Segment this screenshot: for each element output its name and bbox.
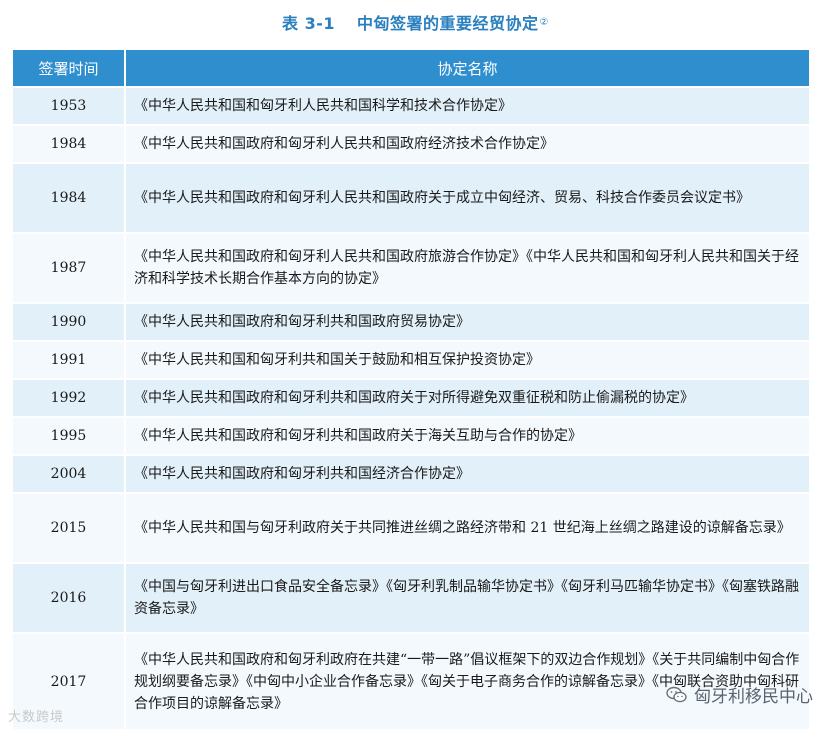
table-row: 1984 《中华人民共和国政府和匈牙利人民共和国政府关于成立中匈经济、贸易、科技…: [13, 162, 809, 233]
agreement-cell: 《中华人民共和国政府和匈牙利共和国政府关于对所得避免双重征税和防止偷漏税的协定》: [125, 378, 809, 417]
agreement-cell: 《中华人民共和国和匈牙利人民共和国科学和技术合作协定》: [125, 86, 809, 125]
table-row: 2004 《中华人民共和国政府和匈牙利共和国经济合作协定》: [13, 454, 809, 493]
caption-footnote-marker: ②: [539, 16, 549, 28]
table-row: 2015 《中华人民共和国与匈牙利政府关于共同推进丝绸之路经济带和 21 世纪海…: [13, 492, 809, 563]
agreement-cell: 《中国与匈牙利进出口食品安全备忘录》《匈牙利乳制品输华协定书》《匈牙利马匹输华协…: [125, 562, 809, 633]
table-row: 1984 《中华人民共和国政府和匈牙利人民共和国政府经济技术合作协定》: [13, 124, 809, 163]
year-cell: 1953: [13, 86, 126, 125]
watermark-right: 匈牙利移民中心: [666, 682, 813, 707]
agreements-table: 签署时间 协定名称 1953 《中华人民共和国和匈牙利人民共和国科学和技术合作协…: [13, 50, 809, 729]
caption-number: 表 3-1: [282, 14, 335, 33]
watermark-left-text: 大数跨境: [8, 710, 65, 725]
year-cell: 1984: [13, 124, 126, 163]
agreement-cell: 《中华人民共和国政府和匈牙利人民共和国政府关于成立中匈经济、贸易、科技合作委员会…: [125, 162, 809, 233]
caption-title: 中匈签署的重要经贸协定: [357, 14, 539, 33]
year-cell: 1992: [13, 378, 126, 417]
table-header-row: 签署时间 协定名称: [13, 50, 809, 87]
year-cell: 2015: [13, 492, 126, 563]
table-row: 1991 《中华人民共和国和匈牙利共和国关于鼓励和相互保护投资协定》: [13, 340, 809, 379]
agreement-cell: 《中华人民共和国政府和匈牙利人民共和国政府经济技术合作协定》: [125, 124, 809, 163]
year-cell: 1991: [13, 340, 126, 379]
agreement-cell: 《中华人民共和国政府和匈牙利共和国经济合作协定》: [125, 454, 809, 493]
agreement-cell: 《中华人民共和国政府和匈牙利政府在共建“一带一路”倡议框架下的双边合作规划》《关…: [125, 632, 809, 729]
table-row: 1990 《中华人民共和国政府和匈牙利共和国政府贸易协定》: [13, 302, 809, 341]
year-cell: 1987: [13, 232, 126, 303]
header-agreement-name: 协定名称: [125, 50, 809, 87]
agreement-cell: 《中华人民共和国政府和匈牙利共和国政府贸易协定》: [125, 302, 809, 341]
header-sign-date: 签署时间: [13, 50, 126, 87]
table-row: 2017 《中华人民共和国政府和匈牙利政府在共建“一带一路”倡议框架下的双边合作…: [13, 632, 809, 729]
agreement-cell: 《中华人民共和国和匈牙利共和国关于鼓励和相互保护投资协定》: [125, 340, 809, 379]
table-row: 2016 《中国与匈牙利进出口食品安全备忘录》《匈牙利乳制品输华协定书》《匈牙利…: [13, 562, 809, 633]
watermark-right-text: 匈牙利移民中心: [694, 687, 813, 707]
year-cell: 1984: [13, 162, 126, 233]
year-cell: 2004: [13, 454, 126, 493]
watermark-left: 大数跨境: [8, 706, 64, 725]
year-cell: 1995: [13, 416, 126, 455]
agreement-cell: 《中华人民共和国政府和匈牙利人民共和国政府旅游合作协定》《中华人民共和国和匈牙利…: [125, 232, 809, 303]
table-row: 1953 《中华人民共和国和匈牙利人民共和国科学和技术合作协定》: [13, 86, 809, 125]
agreement-cell: 《中华人民共和国与匈牙利政府关于共同推进丝绸之路经济带和 21 世纪海上丝绸之路…: [125, 492, 809, 563]
table-row: 1992 《中华人民共和国政府和匈牙利共和国政府关于对所得避免双重征税和防止偷漏…: [13, 378, 809, 417]
year-cell: 1990: [13, 302, 126, 341]
table-row: 1995 《中华人民共和国政府和匈牙利共和国政府关于海关互助与合作的协定》: [13, 416, 809, 455]
table-caption: 表 3-1 中匈签署的重要经贸协定 ②: [0, 0, 831, 44]
agreement-cell: 《中华人民共和国政府和匈牙利共和国政府关于海关互助与合作的协定》: [125, 416, 809, 455]
year-cell: 2016: [13, 562, 126, 633]
table-row: 1987 《中华人民共和国政府和匈牙利人民共和国政府旅游合作协定》《中华人民共和…: [13, 232, 809, 303]
wechat-icon: [666, 686, 687, 702]
